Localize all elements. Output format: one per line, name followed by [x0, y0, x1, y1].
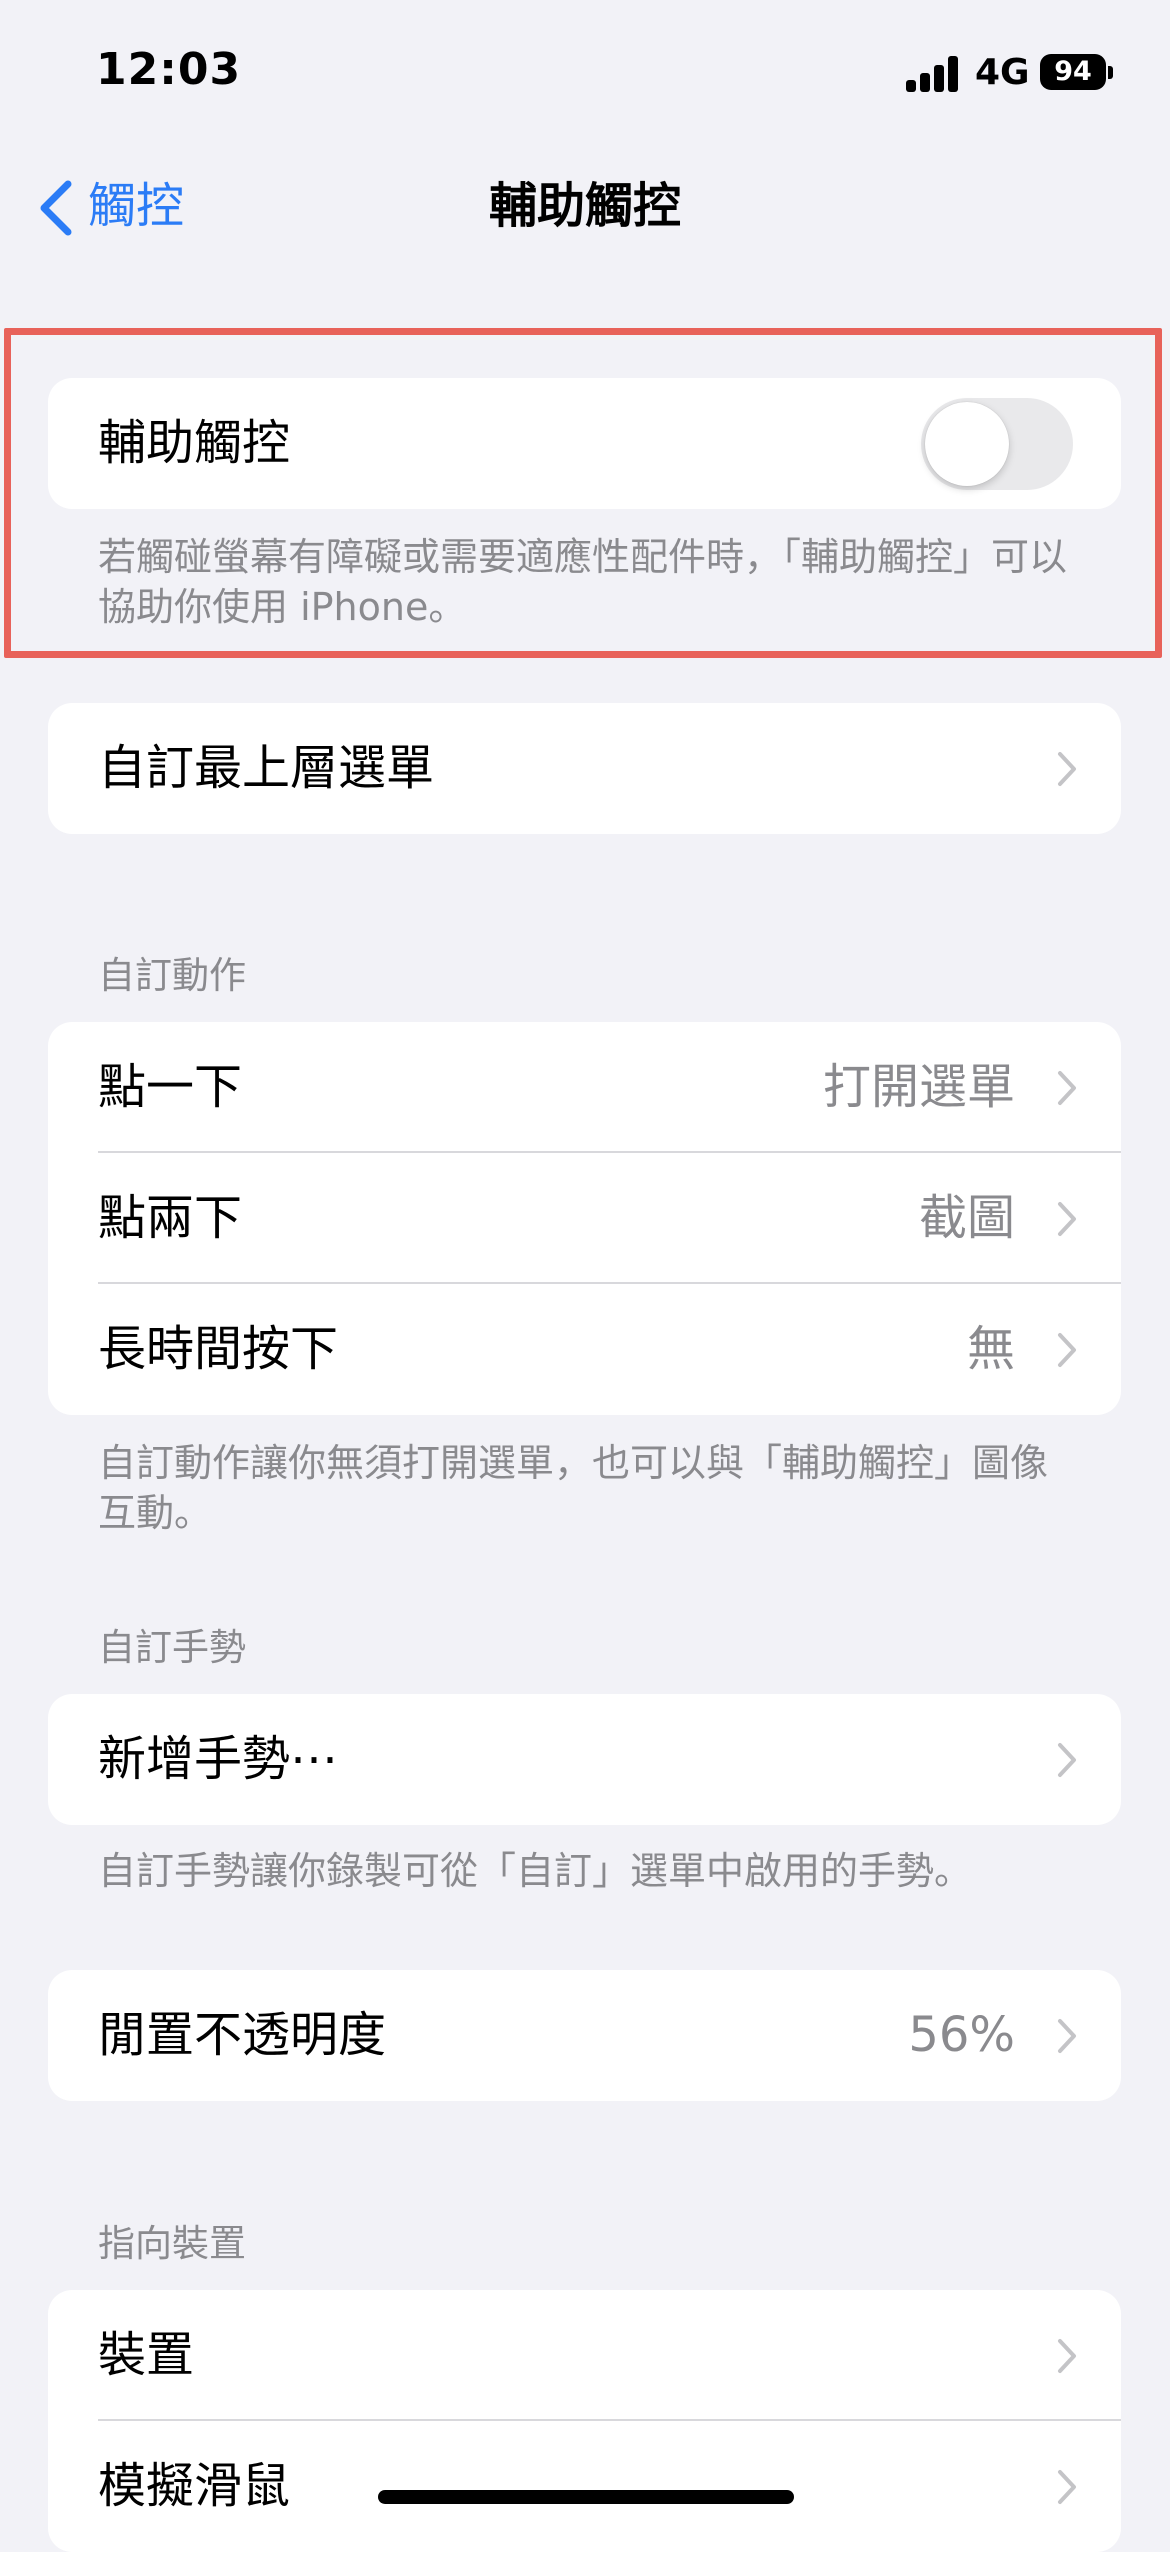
chevron-right-icon — [1058, 2470, 1076, 2504]
long-press-label: 長時間按下 — [98, 1321, 339, 1377]
chevron-left-icon[interactable] — [30, 178, 90, 238]
idle-opacity-card: 閒置不透明度 56% — [48, 1970, 1121, 2101]
double-tap-label: 點兩下 — [98, 1190, 243, 1246]
idle-opacity-label: 閒置不透明度 — [98, 2007, 387, 2063]
devices-label: 裝置 — [98, 2327, 195, 2383]
customize-top-menu-label: 自訂最上層選單 — [98, 740, 435, 796]
home-indicator[interactable] — [378, 2490, 794, 2504]
battery-icon: 94 — [1040, 54, 1106, 90]
chevron-right-icon — [1058, 752, 1076, 786]
devices-row[interactable]: 裝置 — [48, 2290, 1121, 2421]
custom-actions-header: 自訂動作 — [98, 954, 246, 997]
idle-opacity-value: 56% — [908, 2007, 1015, 2063]
custom-actions-card: 點一下 打開選單 點兩下 截圖 長時間按下 無 — [48, 1022, 1121, 1415]
network-type: 4G — [975, 52, 1030, 93]
chevron-right-icon — [1058, 1202, 1076, 1236]
cellular-signal-icon — [906, 56, 960, 92]
customize-top-menu-row[interactable]: 自訂最上層選單 — [48, 703, 1121, 834]
top-menu-card: 自訂最上層選單 — [48, 703, 1121, 834]
custom-gestures-card: 新增手勢⋯ — [48, 1694, 1121, 1825]
pointer-devices-card: 裝置 模擬滑鼠 — [48, 2290, 1121, 2552]
single-tap-label: 點一下 — [98, 1059, 243, 1115]
new-gesture-label: 新增手勢⋯ — [98, 1731, 339, 1787]
chevron-right-icon — [1058, 2339, 1076, 2373]
new-gesture-row[interactable]: 新增手勢⋯ — [48, 1694, 1121, 1825]
mouse-keys-row[interactable]: 模擬滑鼠 — [48, 2421, 1121, 2552]
double-tap-value: 截圖 — [918, 1190, 1015, 1246]
single-tap-value: 打開選單 — [822, 1059, 1015, 1115]
custom-actions-footer: 自訂動作讓你無須打開選單，也可以與「輔助觸控」圖像互動。 — [98, 1441, 1049, 1535]
chevron-right-icon — [1058, 1743, 1076, 1777]
chevron-right-icon — [1058, 1071, 1076, 1105]
idle-opacity-row[interactable]: 閒置不透明度 56% — [48, 1970, 1121, 2101]
highlight-box — [4, 328, 1162, 658]
single-tap-row[interactable]: 點一下 打開選單 — [48, 1022, 1121, 1153]
chevron-right-icon — [1058, 2019, 1076, 2053]
battery-tip — [1108, 66, 1113, 79]
pointer-devices-header: 指向裝置 — [98, 2222, 246, 2265]
page-title: 輔助觸控 — [488, 178, 681, 234]
custom-gestures-footer: 自訂手勢讓你錄製可從「自訂」選單中啟用的手勢。 — [98, 1849, 973, 1893]
status-time: 12:03 — [96, 44, 242, 95]
back-button[interactable]: 觸控 — [88, 178, 184, 234]
mouse-keys-label: 模擬滑鼠 — [98, 2458, 291, 2514]
chevron-right-icon — [1058, 1333, 1076, 1367]
long-press-row[interactable]: 長時間按下 無 — [48, 1284, 1121, 1415]
long-press-value: 無 — [966, 1321, 1015, 1377]
custom-gestures-header: 自訂手勢 — [98, 1626, 246, 1669]
double-tap-row[interactable]: 點兩下 截圖 — [48, 1153, 1121, 1284]
